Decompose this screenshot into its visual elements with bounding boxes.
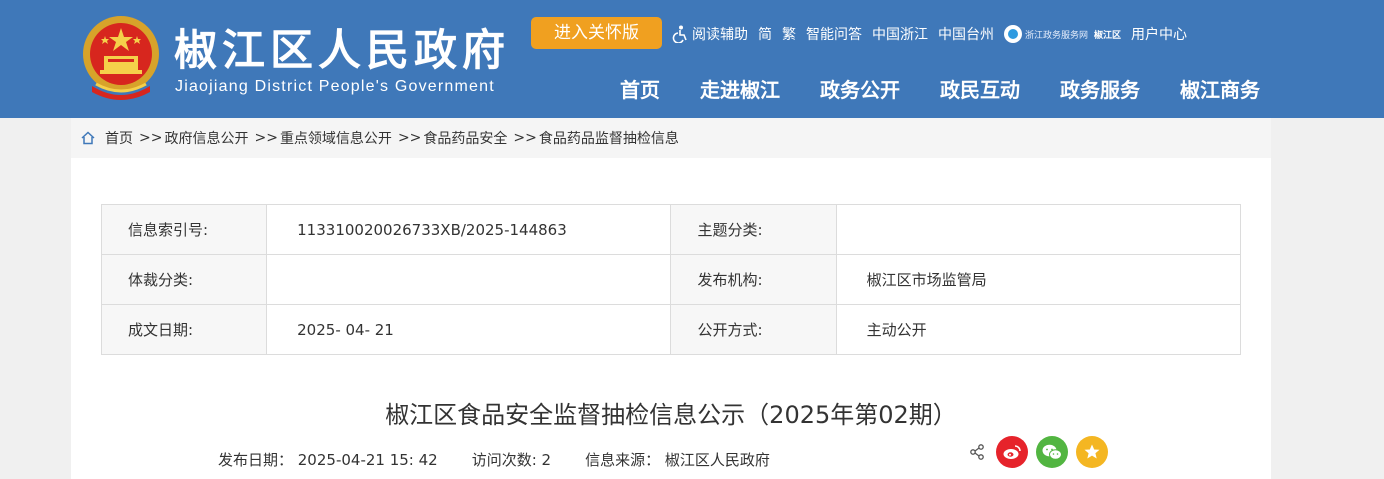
traditional-link[interactable]: 繁 [782, 24, 796, 44]
nav-gov-services[interactable]: 政务服务 [1040, 74, 1160, 103]
breadcrumb-gov-info[interactable]: 政府信息公开 [164, 128, 248, 148]
breadcrumb-home[interactable]: 首页 [105, 128, 133, 148]
share-bar [968, 436, 1116, 468]
breadcrumb-inspection-info[interactable]: 食品药品监督抽检信息 [539, 128, 679, 148]
disclosure-method-label: 公开方式: [670, 304, 837, 355]
breadcrumb: 首页 >> 政府信息公开 >> 重点领域信息公开 >> 食品药品安全 >> 食品… [71, 118, 1271, 158]
written-date-label: 成文日期: [100, 304, 268, 355]
nav-home[interactable]: 首页 [600, 74, 680, 103]
written-date-value: 2025- 04- 21 [266, 304, 672, 355]
china-zhejiang-link[interactable]: 中国浙江 [872, 24, 928, 44]
share-icon [970, 444, 984, 460]
favorite-button[interactable] [1076, 436, 1108, 468]
site-title: 椒江区人民政府 [174, 26, 510, 76]
disclosure-method-value: 主动公开 [835, 304, 1242, 355]
index-number-label: 信息索引号: [100, 204, 268, 255]
info-table: 信息索引号: 113310020026733XB/2025-144863 主题分… [100, 204, 1242, 355]
care-version-button[interactable]: 进入关怀版 [531, 17, 662, 49]
zhejiang-service-label: 浙江政务服务网 [1025, 30, 1089, 41]
publisher-label: 发布机构: [670, 254, 837, 305]
star-icon [1084, 444, 1100, 459]
zhejiang-service-logo-icon [1004, 25, 1022, 43]
nav-commerce[interactable]: 椒江商务 [1160, 74, 1280, 103]
breadcrumb-separator: >> [254, 130, 278, 146]
topic-category-label: 主题分类: [670, 204, 837, 255]
wechat-share-button[interactable] [1036, 436, 1068, 468]
zhejiang-gov-service-link[interactable]: 浙江政务服务网 [1004, 25, 1088, 43]
publisher-value: 椒江区市场监管局 [835, 254, 1242, 305]
simplified-link[interactable]: 简 [758, 24, 772, 44]
weibo-icon [1003, 445, 1021, 459]
breadcrumb-food-drug[interactable]: 食品药品安全 [423, 128, 507, 148]
nav-interaction[interactable]: 政民互动 [920, 74, 1040, 103]
wechat-icon [1042, 444, 1062, 460]
site-subtitle: Jiaojiang District People's Government [175, 78, 495, 95]
nav-gov-affairs-open[interactable]: 政务公开 [800, 74, 920, 103]
top-links: 阅读辅助 简 繁 智能问答 中国浙江 中国台州 浙江政务服务网 椒江区 用户中心 [672, 22, 1197, 46]
topic-category-value [835, 204, 1242, 255]
info-source: 信息来源： 椒江区人民政府 [585, 451, 770, 469]
site-header: 椒江区人民政府 Jiaojiang District People's Gove… [0, 0, 1384, 118]
genre-category-label: 体裁分类: [100, 254, 268, 305]
document-meta: 发布日期： 2025-04-21 15: 42 访问次数: 2 信息来源： 椒江… [218, 449, 804, 470]
breadcrumb-key-areas[interactable]: 重点领域信息公开 [280, 128, 392, 148]
breadcrumb-separator: >> [139, 130, 163, 146]
accessibility-icon[interactable] [672, 25, 688, 43]
nav-about-jiaojiang[interactable]: 走进椒江 [680, 74, 800, 103]
national-emblem-logo [83, 16, 159, 100]
smart-qa-link[interactable]: 智能问答 [806, 24, 862, 44]
home-icon [81, 131, 95, 145]
china-taizhou-link[interactable]: 中国台州 [938, 24, 994, 44]
table-row: 信息索引号: 113310020026733XB/2025-144863 主题分… [100, 204, 1242, 255]
breadcrumb-separator: >> [397, 130, 422, 146]
visit-count: 访问次数: 2 [471, 451, 552, 469]
weibo-share-button[interactable] [996, 436, 1028, 468]
publish-date: 发布日期： 2025-04-21 15: 42 [218, 451, 438, 469]
main-nav: 首页 走进椒江 政务公开 政民互动 政务服务 椒江商务 [600, 74, 1280, 103]
breadcrumb-separator: >> [513, 130, 537, 146]
reading-assist-link[interactable]: 阅读辅助 [692, 24, 748, 44]
content-container: 首页 >> 政府信息公开 >> 重点领域信息公开 >> 食品药品安全 >> 食品… [71, 118, 1271, 479]
document-title: 椒江区食品安全监督抽检信息公示（2025年第02期） [385, 401, 957, 429]
table-row: 体裁分类: 发布机构: 椒江区市场监管局 [100, 254, 1242, 305]
genre-category-value [266, 254, 672, 305]
table-row: 成文日期: 2025- 04- 21 公开方式: 主动公开 [100, 304, 1242, 355]
jiaojiang-badge-link[interactable]: 椒江区 [1094, 28, 1121, 41]
index-number-value: 113310020026733XB/2025-144863 [266, 204, 672, 255]
user-center-link[interactable]: 用户中心 [1131, 24, 1187, 44]
